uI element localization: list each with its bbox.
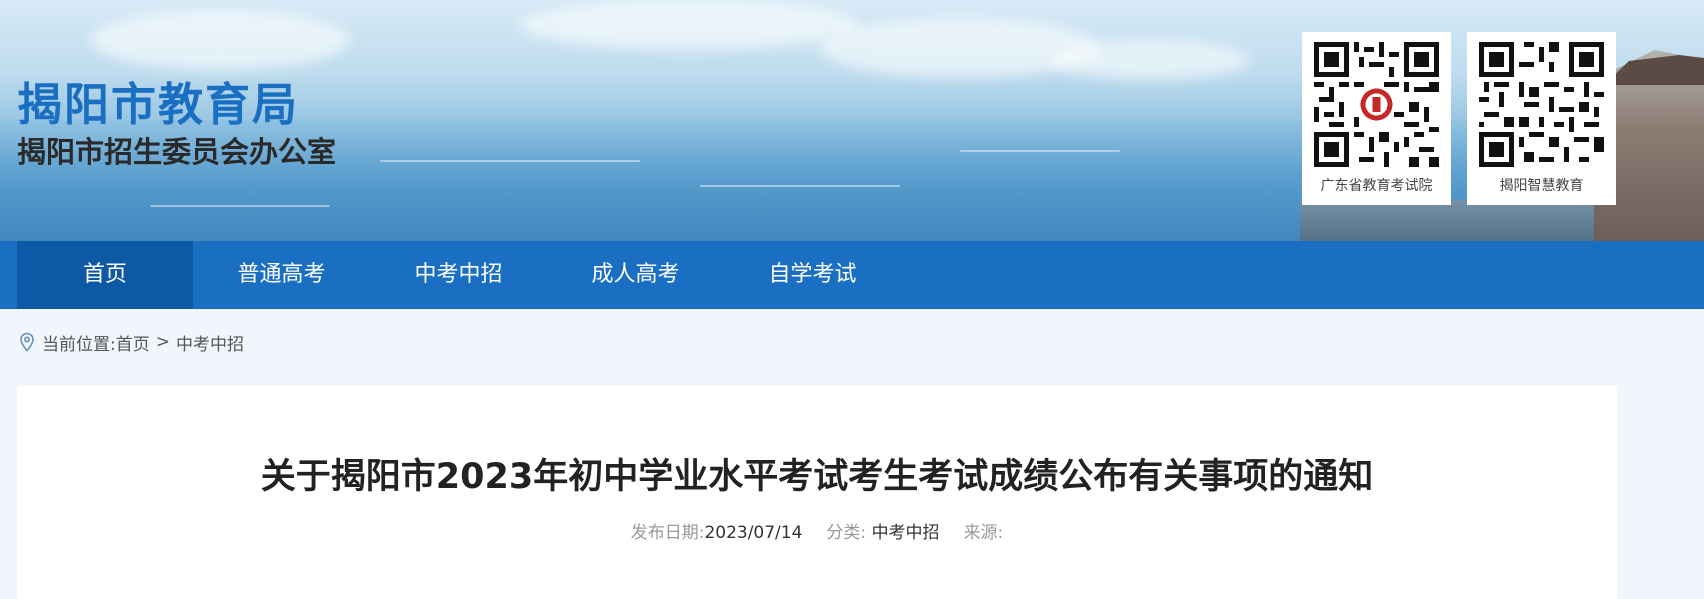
site-title: 揭阳市教育局 xyxy=(17,78,300,131)
wave-decoration xyxy=(700,185,900,187)
qr-card-smart-education[interactable]: 揭阳智慧教育 xyxy=(1467,32,1616,205)
breadcrumb-separator: > xyxy=(155,332,170,352)
wave-decoration xyxy=(380,160,640,162)
category-group: 分类: 中考中招 xyxy=(826,518,939,543)
source-label: 来源: xyxy=(963,523,1004,543)
qr-card-exam-authority[interactable]: 广东省教育考试院 xyxy=(1302,32,1451,205)
category-value: 中考中招 xyxy=(871,523,940,543)
nav-item-adult-exam[interactable]: 成人高考 xyxy=(547,241,724,309)
cloud-decoration xyxy=(520,0,860,50)
cloud-decoration xyxy=(1050,40,1250,80)
breadcrumb-prefix: 当前位置: xyxy=(42,334,116,355)
breadcrumb-current-link[interactable]: 中考中招 xyxy=(176,330,244,355)
nav-item-self-study[interactable]: 自学考试 xyxy=(724,241,901,309)
qr-code-icon xyxy=(1479,42,1604,167)
location-pin-icon xyxy=(20,332,34,352)
wave-decoration xyxy=(150,205,330,207)
header-banner: 揭阳市教育局 揭阳市招生委员会办公室 广东省教育考试院 揭阳智慧教育 xyxy=(0,0,1704,241)
cloud-decoration xyxy=(90,10,350,70)
source-group: 来源: xyxy=(964,518,1004,543)
article-title: 关于揭阳市2023年初中学业水平考试考生考试成绩公布有关事项的通知 xyxy=(260,457,1374,497)
cloud-decoration xyxy=(820,18,1100,78)
qr-label: 广东省教育考试院 xyxy=(1320,178,1433,194)
site-subtitle: 揭阳市招生委员会办公室 xyxy=(17,135,337,169)
qr-code-icon xyxy=(1314,42,1439,167)
article-meta: 发布日期:2023/07/14 分类: 中考中招 来源: xyxy=(17,518,1617,543)
category-label: 分类: xyxy=(826,523,867,543)
breadcrumb: 当前位置: 首页 > 中考中招 xyxy=(18,330,244,355)
wave-decoration xyxy=(960,150,1120,152)
publish-date-label: 发布日期: xyxy=(630,523,705,543)
qr-label: 揭阳智慧教育 xyxy=(1499,178,1584,194)
nav-item-zhongkao[interactable]: 中考中招 xyxy=(370,241,547,309)
article-panel: 关于揭阳市2023年初中学业水平考试考生考试成绩公布有关事项的通知 发布日期:2… xyxy=(17,386,1617,599)
nav-item-home[interactable]: 首页 xyxy=(17,241,193,309)
breadcrumb-home-link[interactable]: 首页 xyxy=(116,330,150,355)
main-nav: 首页 普通高考 中考中招 成人高考 自学考试 xyxy=(0,241,1704,309)
publish-date-value: 2023/07/14 xyxy=(704,523,803,543)
publish-date-group: 发布日期:2023/07/14 xyxy=(631,518,803,543)
nav-item-gaokao[interactable]: 普通高考 xyxy=(193,241,370,309)
